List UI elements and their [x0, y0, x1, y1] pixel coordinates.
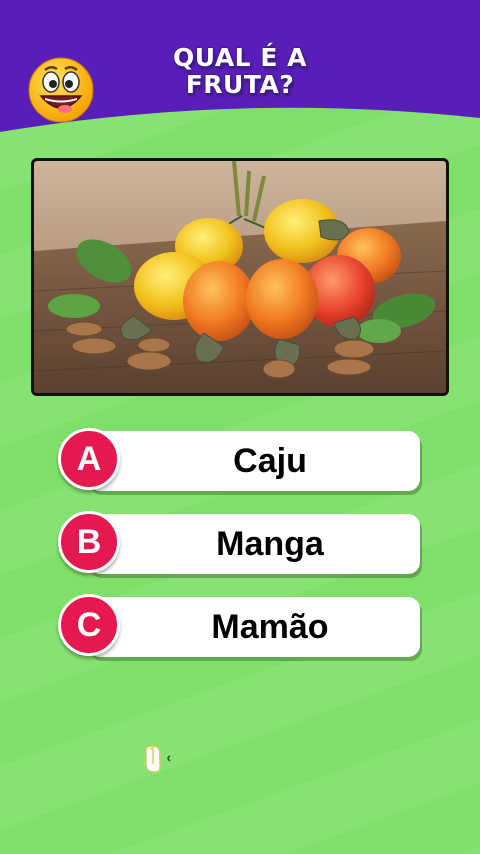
- cashew-fruit-photo: [31, 158, 449, 396]
- page-title: QUAL É A FRUTA?: [173, 43, 307, 99]
- answer-option-b[interactable]: B Manga: [58, 511, 422, 577]
- hand-pointer-icon: [142, 744, 182, 774]
- fruit-image: [34, 161, 446, 393]
- answer-letter-badge: B: [58, 511, 120, 573]
- answer-option-c[interactable]: C Mamão: [58, 594, 422, 660]
- answer-text: Caju: [233, 441, 307, 480]
- answer-letter-badge: C: [58, 594, 120, 656]
- laughing-face-emoji-icon: [27, 56, 95, 124]
- answer-letter-badge: A: [58, 428, 120, 490]
- header-banner: QUAL É A FRUTA?: [0, 0, 480, 140]
- answer-text: Manga: [216, 524, 324, 563]
- answer-option-a[interactable]: A Caju: [58, 428, 422, 494]
- answer-text: Mamão: [211, 607, 329, 646]
